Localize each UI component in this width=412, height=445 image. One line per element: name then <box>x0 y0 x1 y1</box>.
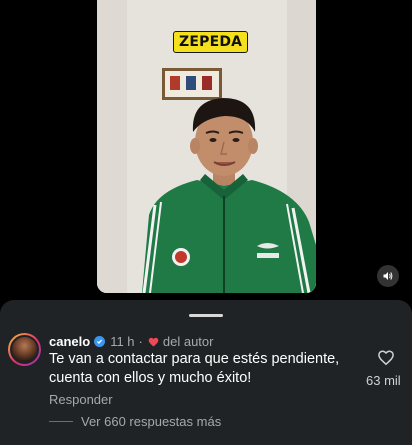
view-replies-label: Ver 660 respuestas más <box>81 414 222 429</box>
comment-header: canelo 11 h · del autor <box>49 334 213 349</box>
mute-toggle-button[interactable] <box>377 265 399 287</box>
comment-text: Te van a contactar para que estés pendie… <box>49 351 340 386</box>
like-count: 63 mil <box>366 373 401 388</box>
verified-badge-icon <box>94 336 106 347</box>
heart-filled-icon <box>148 337 159 347</box>
avatar-image <box>10 335 39 364</box>
separator-dot: · <box>138 334 143 349</box>
reply-button[interactable]: Responder <box>49 392 113 407</box>
video-caption: ZEPEDA <box>173 31 249 53</box>
screen: ZEPEDA canelo 11 h · del autor Te van a … <box>0 0 412 445</box>
replies-divider-line <box>49 421 73 422</box>
avatar[interactable] <box>8 333 41 366</box>
speaker-volume-icon <box>383 272 393 280</box>
wall-picture-frame <box>162 68 222 100</box>
comment-time: 11 h <box>110 334 135 349</box>
sheet-drag-handle[interactable] <box>189 314 223 317</box>
view-replies-button[interactable]: Ver 660 respuestas más <box>49 414 221 429</box>
author-liked-label: del autor <box>162 334 214 349</box>
comment-username[interactable]: canelo <box>49 334 90 349</box>
heart-outline-icon[interactable] <box>377 349 395 366</box>
video-player[interactable]: ZEPEDA <box>97 0 316 293</box>
